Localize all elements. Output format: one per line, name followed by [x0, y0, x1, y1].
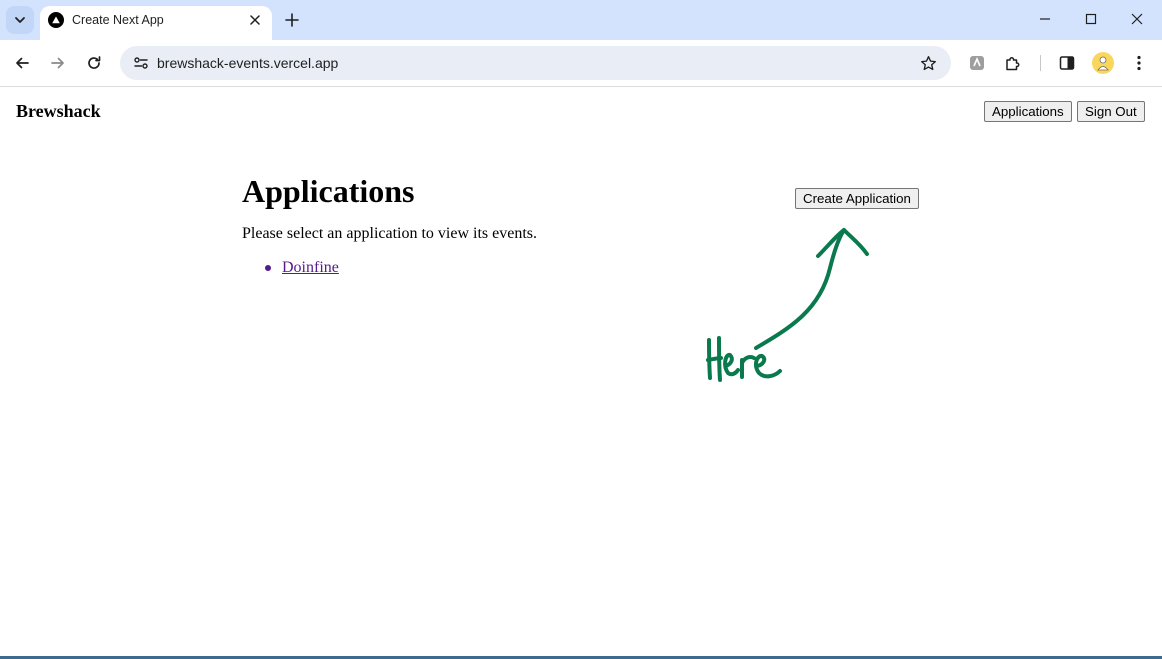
forward-icon	[51, 57, 64, 69]
menu-icon	[1137, 55, 1141, 71]
close-icon	[1131, 13, 1143, 25]
application-list: Doinfine	[262, 259, 339, 277]
maximize-button[interactable]	[1068, 4, 1114, 34]
create-application-button[interactable]: Create Application	[795, 188, 919, 209]
maximize-icon	[1085, 13, 1097, 25]
brand-name: Brewshack	[16, 101, 101, 121]
back-icon	[16, 57, 29, 69]
handwritten-arrow-icon	[706, 228, 869, 382]
url-text[interactable]: brewshack-events.vercel.app	[157, 55, 338, 71]
close-window-button[interactable]	[1114, 4, 1160, 34]
extensions-menu-button[interactable]	[999, 49, 1027, 77]
browser-menu-button[interactable]	[1125, 49, 1153, 77]
address-bar[interactable]: brewshack-events.vercel.app	[120, 46, 951, 80]
tab-search-button[interactable]	[6, 6, 34, 34]
browser-tab[interactable]: Create Next App	[40, 6, 272, 40]
minimize-icon	[1040, 18, 1050, 20]
application-link-doinfine[interactable]: Doinfine	[282, 259, 339, 276]
back-button[interactable]	[8, 49, 36, 77]
extension-icon	[970, 56, 984, 70]
list-item: Doinfine	[262, 259, 339, 277]
new-tab-button[interactable]	[280, 8, 304, 32]
extension-button[interactable]	[963, 49, 991, 77]
sign-out-button[interactable]: Sign Out	[1077, 101, 1145, 122]
forward-button[interactable]	[44, 49, 72, 77]
avatar[interactable]	[1092, 52, 1114, 74]
chevron-down-icon	[15, 17, 25, 23]
tab-strip: Create Next App	[0, 0, 1162, 40]
plus-icon	[285, 13, 299, 27]
page-intro: Please select an application to view its…	[242, 225, 538, 242]
side-panel-icon	[1059, 56, 1075, 70]
minimize-button[interactable]	[1022, 4, 1068, 34]
site-info-icon[interactable]	[128, 50, 154, 76]
tab-title: Create Next App	[72, 13, 164, 27]
applications-button[interactable]: Applications	[984, 101, 1072, 122]
toolbar-divider	[1040, 55, 1041, 71]
tab-close-icon[interactable]	[246, 11, 264, 29]
reload-icon	[88, 56, 101, 69]
browser-toolbar: brewshack-events.vercel.app	[0, 40, 1162, 87]
page-title: Applications	[242, 173, 415, 209]
side-panel-button[interactable]	[1053, 49, 1081, 77]
bullet	[265, 265, 271, 271]
puzzle-icon	[1006, 57, 1020, 71]
triangle-logo-icon	[48, 12, 64, 28]
reload-button[interactable]	[80, 49, 108, 77]
bookmark-star-icon[interactable]	[917, 52, 939, 74]
page-content: Brewshack Applications Sign Out Applicat…	[0, 88, 1162, 657]
